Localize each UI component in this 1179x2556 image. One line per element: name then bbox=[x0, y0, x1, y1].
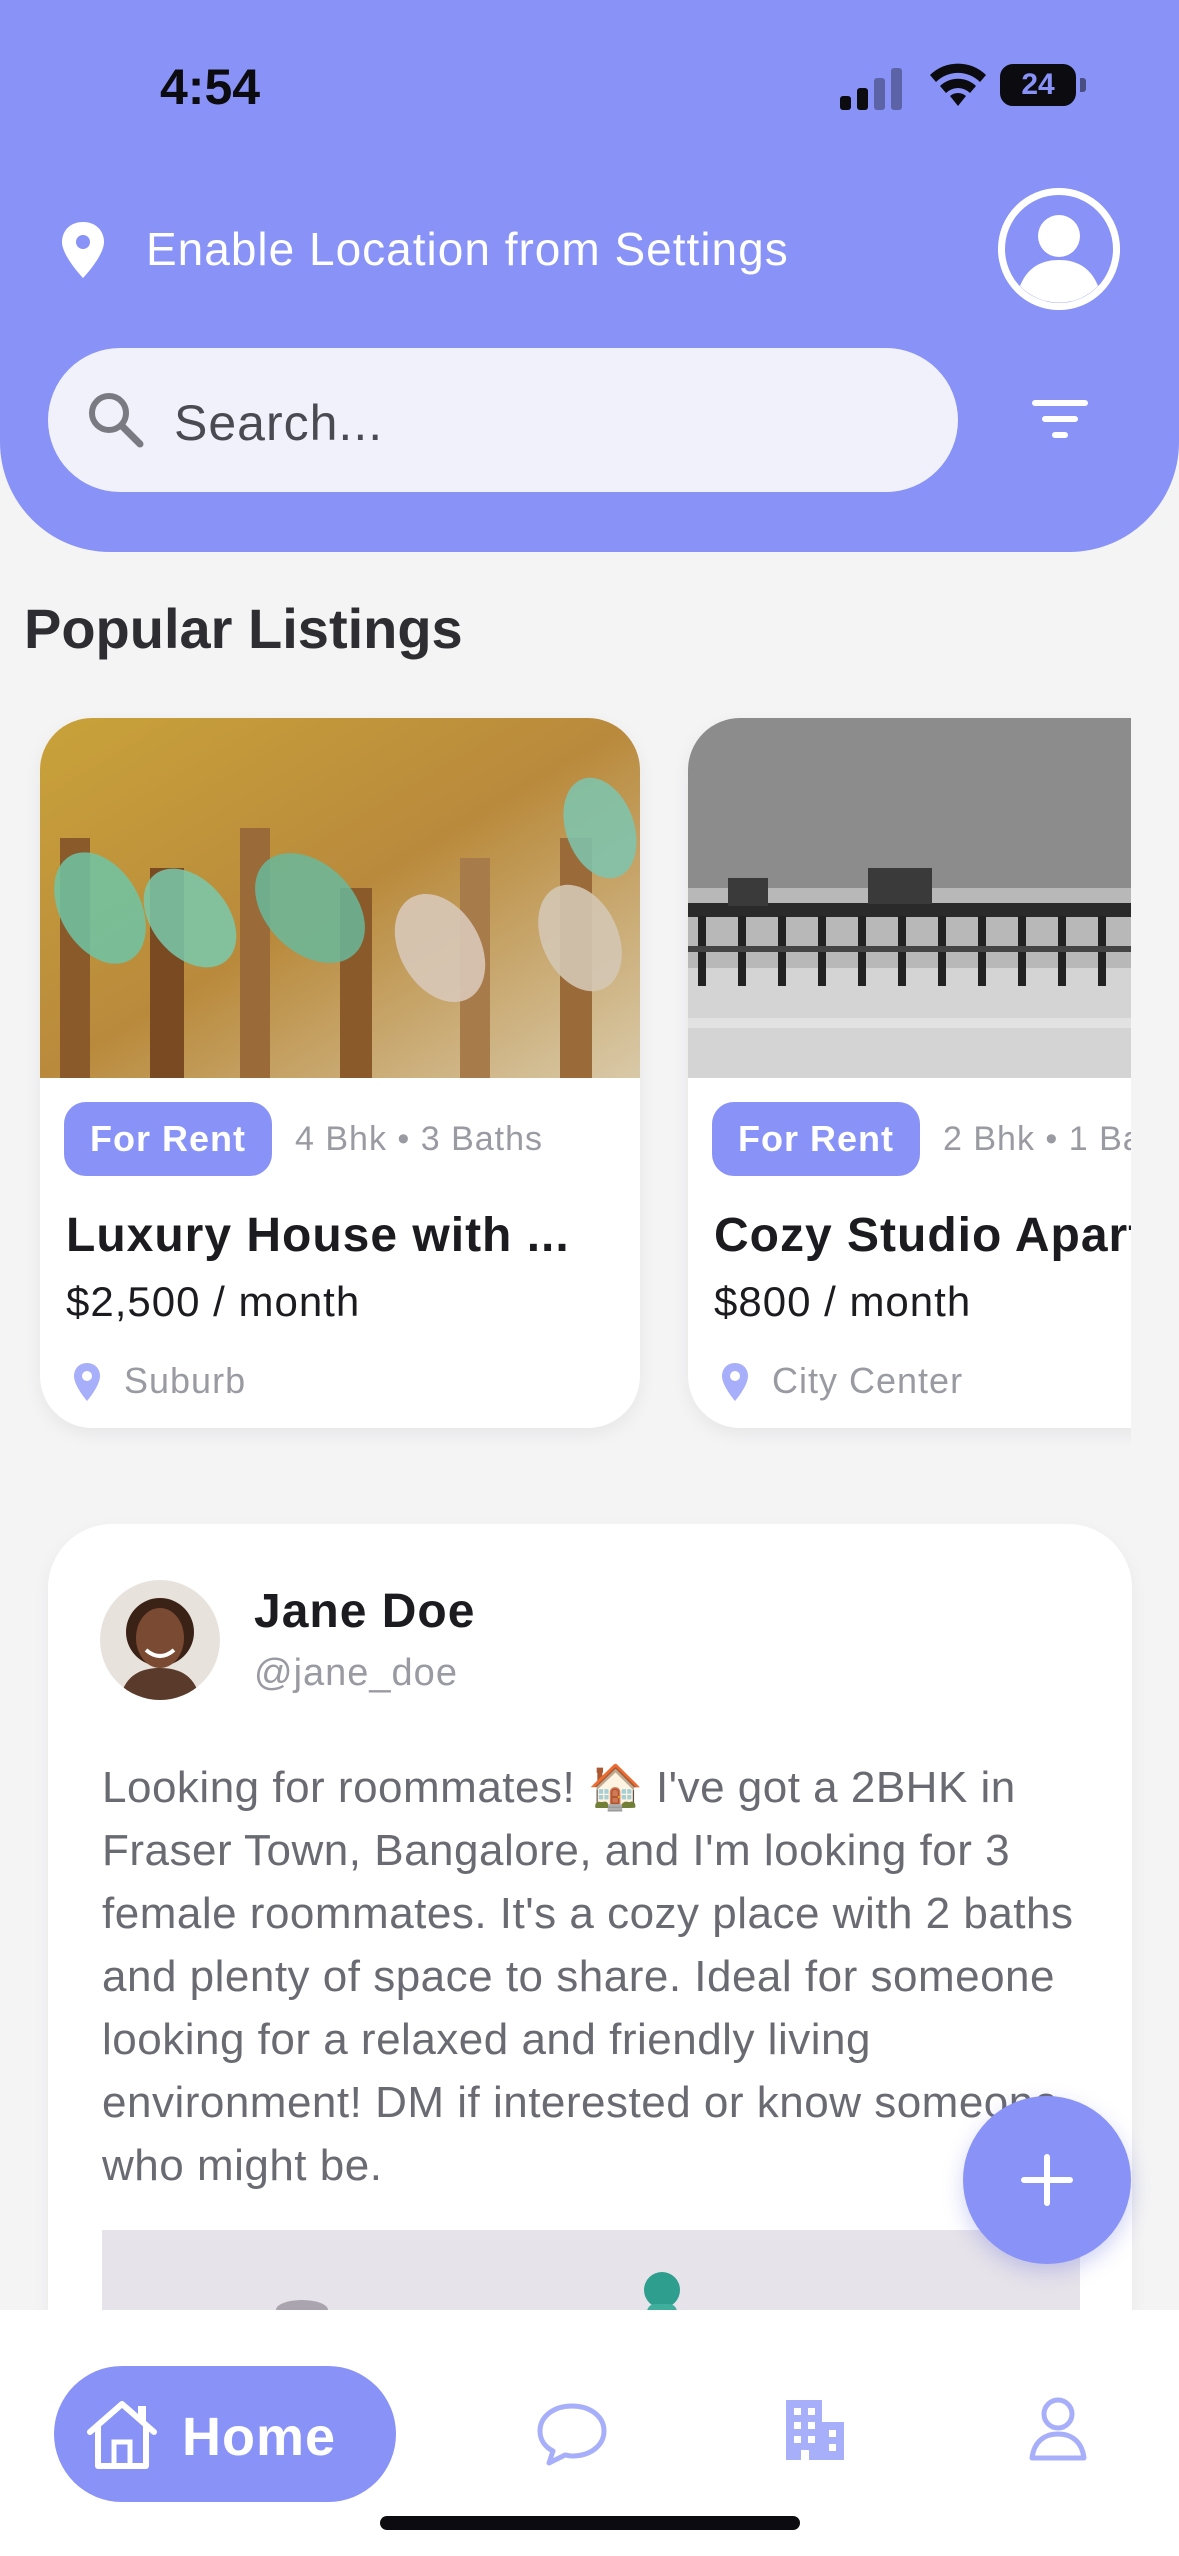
listing-image bbox=[688, 718, 1131, 1078]
post-author-name: Jane Doe bbox=[254, 1585, 476, 1638]
listing-card[interactable]: For Rent 2 Bhk • 1 Bath Cozy Studio Apar… bbox=[688, 718, 1131, 1428]
for-rent-badge: For Rent bbox=[64, 1102, 272, 1176]
listing-price: $800 / month bbox=[714, 1278, 972, 1325]
chat-icon[interactable] bbox=[536, 2400, 608, 2468]
listings-carousel[interactable]: For Rent 4 Bhk • 3 Baths Luxury House wi… bbox=[0, 700, 1131, 1460]
post-card[interactable]: Jane Doe @jane_doe Looking for roommates… bbox=[48, 1524, 1132, 2424]
wifi-icon bbox=[930, 63, 986, 106]
signal-icon bbox=[840, 66, 904, 110]
listing-location: City Center bbox=[772, 1360, 964, 1401]
add-post-button[interactable] bbox=[963, 2096, 1131, 2264]
location-pin-icon bbox=[722, 1363, 748, 1401]
post-author-handle: @jane_doe bbox=[254, 1652, 458, 1694]
user-icon bbox=[998, 188, 1120, 310]
battery-cap bbox=[1080, 78, 1086, 92]
listing-image bbox=[40, 718, 640, 1078]
avatar[interactable] bbox=[100, 1580, 220, 1700]
app-screen: 4:54 24 Enable Location from Settings Se… bbox=[0, 0, 1179, 2556]
profile-icon[interactable] bbox=[1028, 2396, 1088, 2462]
status-time: 4:54 bbox=[160, 59, 261, 115]
home-indicator bbox=[380, 2516, 800, 2530]
for-rent-badge: For Rent bbox=[712, 1102, 920, 1176]
header: 4:54 24 Enable Location from Settings Se… bbox=[0, 0, 1179, 552]
home-icon bbox=[87, 2401, 157, 2469]
user-avatar-button[interactable] bbox=[998, 188, 1120, 310]
listing-price: $2,500 / month bbox=[66, 1278, 361, 1325]
listing-title: Cozy Studio Apartment bbox=[714, 1209, 1131, 1262]
location-pin-icon bbox=[62, 222, 104, 278]
nav-home-tab[interactable]: Home bbox=[54, 2366, 396, 2502]
status-icons: 24 bbox=[840, 62, 1100, 110]
battery-icon: 24 bbox=[1000, 64, 1076, 106]
filter-button[interactable] bbox=[1020, 384, 1100, 454]
listing-meta: 2 Bhk • 1 Bath bbox=[943, 1120, 1131, 1158]
building-icon[interactable] bbox=[782, 2396, 848, 2462]
location-pin-icon bbox=[74, 1363, 100, 1401]
listing-card[interactable]: For Rent 4 Bhk • 3 Baths Luxury House wi… bbox=[40, 718, 640, 1428]
listing-location: Suburb bbox=[124, 1360, 247, 1401]
location-text: Enable Location from Settings bbox=[146, 223, 789, 275]
listing-title: Luxury House with ... bbox=[66, 1209, 570, 1262]
nav-home-label: Home bbox=[182, 2407, 337, 2467]
search-placeholder: Search... bbox=[174, 395, 384, 451]
search-icon bbox=[89, 393, 144, 448]
listing-meta: 4 Bhk • 3 Baths bbox=[295, 1120, 544, 1158]
search-input[interactable]: Search... bbox=[48, 348, 958, 492]
popular-listings-title: Popular Listings bbox=[24, 597, 463, 660]
post-body: Looking for roommates! 🏠 I've got a 2BHK… bbox=[102, 1763, 1074, 2190]
